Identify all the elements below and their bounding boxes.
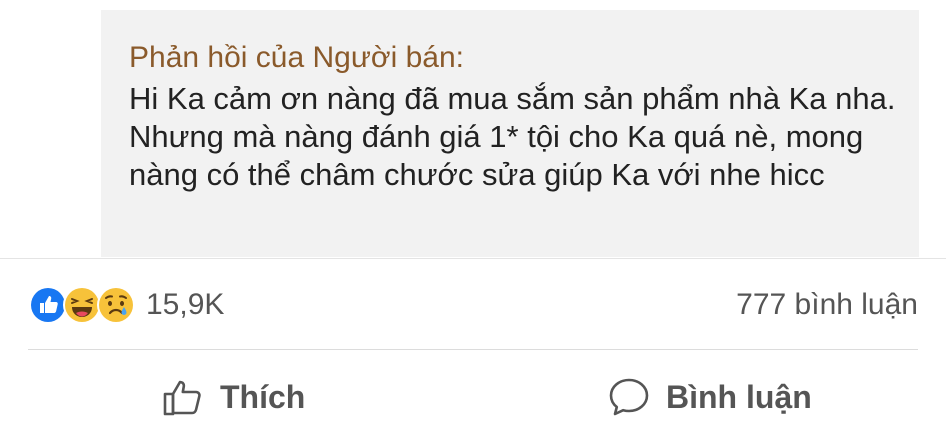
post-actions-bar: Thích Bình luận — [0, 366, 946, 428]
seller-reply-box: Phản hồi của Người bán: Hi Ka cảm ơn nàn… — [101, 10, 919, 257]
comment-button-label: Bình luận — [666, 378, 812, 415]
post-stats-bar: 15,9K 777 bình luận — [28, 282, 918, 328]
divider — [0, 258, 946, 259]
like-button-label: Thích — [220, 378, 306, 415]
thumbs-up-icon — [160, 374, 206, 420]
divider — [28, 349, 918, 350]
comment-count-link[interactable]: 777 bình luận — [736, 288, 918, 322]
reaction-count: 15,9K — [146, 288, 225, 321]
reactions-summary[interactable]: 15,9K — [28, 285, 224, 325]
sad-reaction-icon — [96, 285, 136, 325]
comment-button[interactable]: Bình luận — [606, 366, 812, 428]
seller-reply-label: Phản hồi của Người bán: — [129, 41, 464, 74]
speech-bubble-icon — [606, 374, 652, 420]
like-button[interactable]: Thích — [160, 366, 305, 428]
seller-reply-text: Hi Ka cảm ơn nàng đã mua sắm sản phẩm nh… — [129, 81, 896, 192]
